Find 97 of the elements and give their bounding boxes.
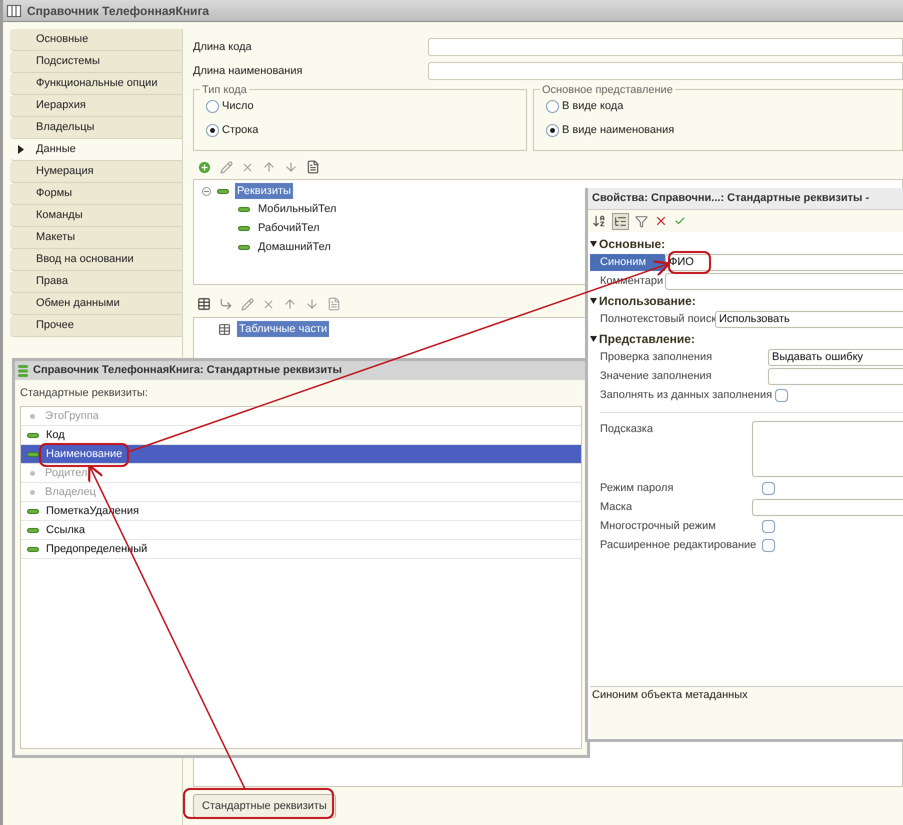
collapse-icon[interactable] [590, 298, 597, 304]
filter-icon[interactable] [635, 214, 648, 228]
list-label: Стандартные реквизиты: [20, 386, 149, 401]
tree-item[interactable]: Табличные части [237, 320, 330, 338]
standard-attributes-button[interactable]: Стандартные реквизиты [193, 794, 336, 818]
section-header: Представление: [599, 330, 695, 348]
input-field[interactable] [752, 421, 903, 477]
description-text: Синоним объекта метаданных [592, 689, 748, 701]
radio-button[interactable] [546, 124, 559, 136]
tree-item[interactable]: МобильныйТел [258, 201, 336, 218]
nav-tab[interactable]: Ввод на основании [10, 249, 182, 271]
collapse-icon[interactable] [590, 336, 597, 342]
radio-label: Число [222, 98, 254, 114]
nav-tab[interactable]: Основные [10, 29, 182, 51]
property-label: Подсказка [599, 422, 654, 437]
input-field[interactable] [752, 499, 903, 516]
nav-tab[interactable]: Команды [10, 205, 182, 227]
indent-icon[interactable] [219, 297, 233, 311]
tree-item[interactable]: ДомашнийТел [258, 239, 331, 256]
nav-tab[interactable]: Владельцы [10, 117, 182, 139]
nav-tab[interactable]: Функциональные опции [10, 73, 182, 95]
attribute-icon [238, 207, 250, 212]
checkbox[interactable] [762, 520, 775, 533]
radio-button[interactable] [206, 100, 219, 112]
down-arrow-icon[interactable] [305, 297, 319, 311]
radio-label: В виде наименования [562, 122, 674, 138]
radio-button[interactable] [546, 100, 559, 112]
radio-button[interactable] [206, 124, 219, 136]
radio-label: В виде кода [562, 98, 624, 114]
table-icon [218, 322, 231, 336]
list-row[interactable]: Наименование [21, 445, 581, 464]
pencil-icon[interactable] [220, 160, 233, 174]
nav-tab[interactable]: Права [10, 271, 182, 293]
attribute-icon [27, 546, 39, 552]
radio-label: Строка [222, 122, 258, 138]
property-label: Синоним [590, 254, 665, 271]
list-icon [18, 364, 28, 376]
section-header: Основные: [599, 236, 666, 252]
window-title: Свойства: Справочни...: Стандартные реквизиты - [592, 191, 870, 206]
nav-tab[interactable]: Обмен данными [10, 293, 182, 315]
section-header: Использование: [599, 292, 696, 310]
property-label: Расширенное редактирование [599, 538, 758, 554]
property-label: Режим пароля [599, 481, 674, 496]
attribute-icon [27, 528, 39, 532]
list-row[interactable]: Ссылка [21, 521, 581, 540]
attribute-icon [238, 226, 250, 231]
table-icon[interactable] [197, 297, 211, 311]
up-arrow-icon[interactable] [262, 160, 276, 174]
cancel-icon[interactable] [654, 214, 668, 228]
field-label: Длина кода [193, 40, 253, 55]
delete-icon[interactable] [262, 298, 275, 310]
nav-tab[interactable]: Прочее [10, 315, 182, 337]
tree-item[interactable]: РабочийТел [258, 220, 320, 237]
checkbox[interactable] [775, 389, 788, 402]
property-label: Полнотекстовый поиск [599, 312, 715, 328]
attribute-icon [27, 432, 39, 438]
group-title: Тип кода [200, 82, 249, 98]
nav-tab[interactable]: Иерархия [10, 95, 182, 117]
input-field[interactable] [665, 273, 903, 290]
collapse-icon[interactable] [590, 240, 597, 246]
checkbox[interactable] [762, 539, 775, 552]
property-label: Многострочный режим [599, 519, 717, 534]
checkbox[interactable] [762, 482, 775, 495]
nav-tab[interactable]: Формы [10, 183, 182, 205]
delete-icon[interactable] [241, 160, 254, 174]
down-arrow-icon[interactable] [284, 160, 298, 174]
property-label: Значение заполнения [599, 369, 713, 384]
window-title: Справочник ТелефоннаяКнига [27, 2, 210, 20]
tree-item[interactable]: Реквизиты [235, 182, 293, 200]
check-icon[interactable] [674, 215, 686, 227]
dropdown-field[interactable]: Использовать [715, 311, 903, 328]
table-icon [7, 4, 21, 16]
nav-tab[interactable]: Нумерация [10, 161, 182, 183]
pencil-icon[interactable] [241, 298, 254, 310]
property-label: Маска [599, 500, 634, 516]
attribute-icon [217, 188, 229, 194]
input-field[interactable] [428, 38, 903, 56]
attribute-icon [27, 452, 39, 456]
input-field[interactable] [768, 368, 903, 385]
triangle-icon [18, 145, 24, 154]
dropdown-field[interactable]: Выдавать ошибку [768, 349, 903, 366]
property-label: Проверка заполнения [599, 350, 714, 366]
tree-view-icon[interactable] [612, 212, 629, 230]
group-title: Основное представление [540, 82, 675, 98]
highlight-ring [668, 251, 711, 274]
input-field[interactable] [428, 62, 903, 80]
field-label: Длина наименования [193, 64, 304, 79]
attribute-icon [238, 245, 250, 250]
attribute-icon [27, 508, 39, 514]
window-title: Справочник ТелефоннаяКнига: Стандартные реквизиты [33, 363, 342, 378]
input-field[interactable]: ФИО [665, 254, 903, 271]
property-label: Заполнять из данных заполнения [599, 388, 774, 404]
add-icon[interactable] [197, 160, 212, 174]
nav-tab[interactable]: Макеты [10, 227, 182, 249]
sort-icon[interactable] [592, 214, 606, 228]
document-icon[interactable] [306, 160, 320, 174]
nav-tab[interactable]: Подсистемы [10, 51, 182, 73]
